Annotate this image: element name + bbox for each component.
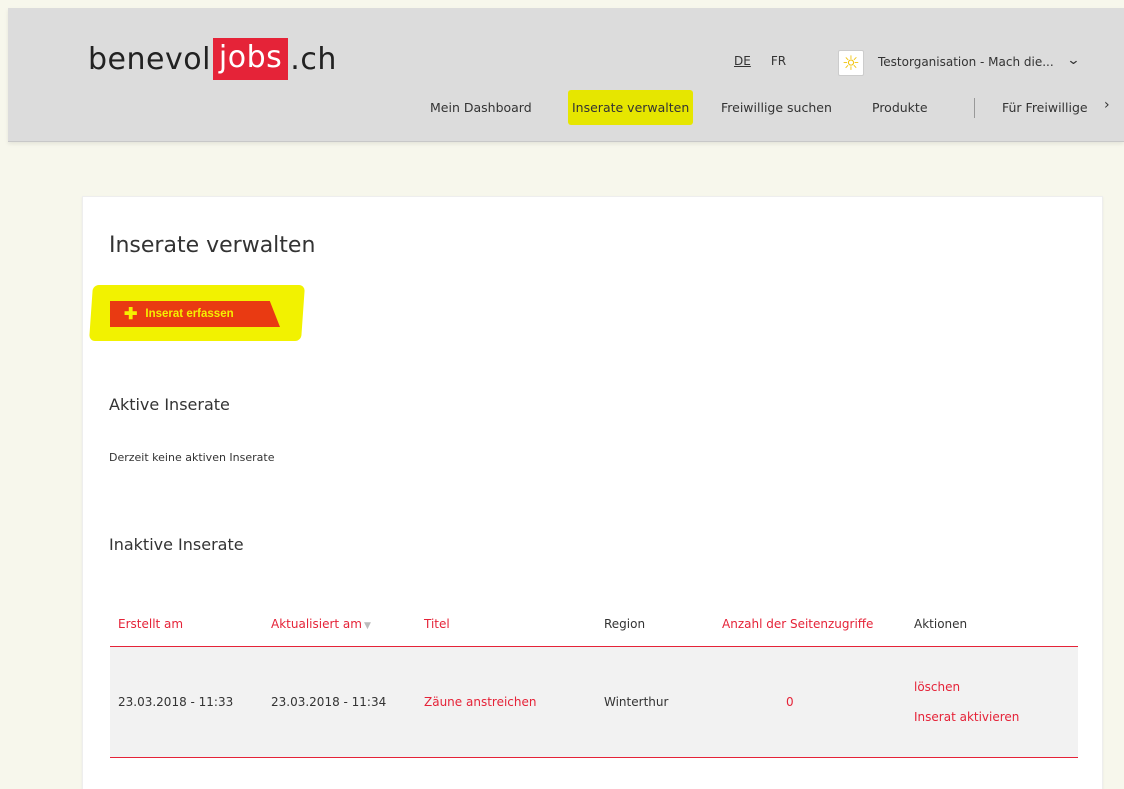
- inactive-inserate-table: Erstellt am Aktualisiert am ▼ Titel Regio…: [110, 603, 1078, 758]
- nav-fuer-freiwillige[interactable]: Für Freiwillige: [1002, 100, 1088, 115]
- active-inserate-heading: Aktive Inserate: [109, 395, 230, 414]
- col-header-seitenzugriffe[interactable]: Anzahl der Seitenzugriffe: [722, 617, 873, 631]
- table-row: 23.03.2018 - 11:33 23.03.2018 - 11:34 Zä…: [110, 647, 1078, 758]
- logo-text-middle: jobs: [212, 38, 289, 80]
- site-logo[interactable]: benevol jobs .ch: [88, 38, 337, 80]
- cell-created: 23.03.2018 - 11:33: [118, 695, 234, 709]
- cell-updated: 23.03.2018 - 11:34: [271, 695, 387, 709]
- col-header-erstellt[interactable]: Erstellt am: [118, 617, 183, 631]
- col-header-aktualisiert[interactable]: Aktualisiert am ▼: [271, 617, 371, 631]
- chevron-down-icon[interactable]: ⌄: [1066, 53, 1080, 68]
- cell-region: Winterthur: [604, 695, 669, 709]
- activate-inserat-link[interactable]: Inserat aktivieren: [914, 710, 1019, 724]
- delete-link[interactable]: löschen: [914, 680, 960, 694]
- inactive-inserate-heading: Inaktive Inserate: [109, 535, 244, 554]
- col-header-aktualisiert-label: Aktualisiert am: [271, 617, 362, 631]
- sun-icon[interactable]: ☼: [838, 50, 864, 76]
- lang-de-link[interactable]: DE: [734, 54, 751, 68]
- language-switcher: DE FR: [734, 54, 786, 68]
- org-name[interactable]: Testorganisation - Mach die...: [878, 55, 1054, 69]
- top-header: benevol jobs .ch DE FR ☼ Testorganisatio…: [8, 8, 1124, 142]
- col-header-titel[interactable]: Titel: [424, 617, 450, 631]
- col-header-region: Region: [604, 617, 646, 631]
- col-header-aktionen: Aktionen: [914, 617, 968, 631]
- cell-views: 0: [786, 695, 794, 709]
- active-empty-text: Derzeit keine aktiven Inserate: [109, 451, 275, 464]
- cell-title-link[interactable]: Zäune anstreichen: [424, 695, 536, 709]
- nav-inserate-verwalten[interactable]: Inserate verwalten: [568, 90, 694, 125]
- lang-fr-link[interactable]: FR: [771, 54, 786, 68]
- nav-divider: [974, 98, 975, 118]
- logo-text-right: .ch: [290, 41, 337, 77]
- sort-down-icon: ▼: [363, 621, 371, 631]
- logo-text-left: benevol: [88, 41, 211, 77]
- nav-inserate-verwalten-label: Inserate verwalten: [568, 90, 694, 125]
- nav-freiwillige-suchen[interactable]: Freiwillige suchen: [721, 100, 832, 115]
- add-inserat-label: Inserat erfassen: [145, 308, 234, 320]
- nav-produkte[interactable]: Produkte: [872, 100, 928, 115]
- main-card: Inserate verwalten ✚ Inserat erfassen Ak…: [82, 196, 1103, 789]
- chevron-right-icon[interactable]: ›: [1104, 97, 1110, 113]
- plus-icon: ✚: [124, 306, 138, 323]
- page-title: Inserate verwalten: [109, 233, 316, 258]
- add-inserat-button[interactable]: ✚ Inserat erfassen: [110, 301, 280, 327]
- table-header: Erstellt am Aktualisiert am ▼ Titel Regio…: [110, 603, 1078, 647]
- nav-mein-dashboard[interactable]: Mein Dashboard: [430, 100, 532, 115]
